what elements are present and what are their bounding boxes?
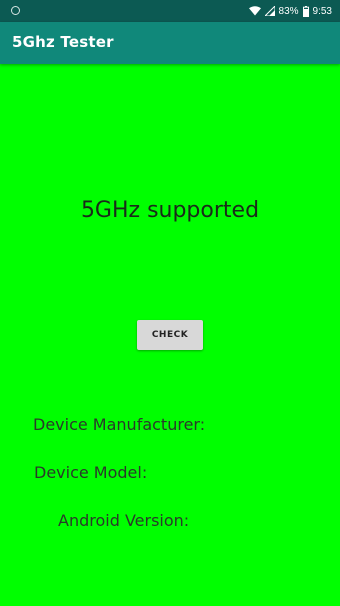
status-time: 9:53 — [312, 5, 332, 17]
support-result-text: 5GHz supported — [80, 198, 260, 223]
status-icons: 83% 9:53 — [248, 0, 332, 22]
app-bar: 5Ghz Tester — [0, 22, 340, 64]
notification-dot-icon — [11, 6, 20, 15]
check-button[interactable]: CHECK — [137, 320, 203, 350]
app-title: 5Ghz Tester — [12, 33, 114, 51]
cell-signal-icon — [264, 6, 275, 16]
wifi-icon — [248, 6, 261, 16]
device-model-label: Device Model: — [34, 463, 148, 482]
battery-percent: 83% — [278, 5, 299, 17]
device-manufacturer-label: Device Manufacturer: — [33, 415, 206, 434]
android-version-label: Android Version: — [58, 511, 190, 530]
status-bar: 83% 9:53 — [0, 0, 340, 22]
battery-icon — [302, 5, 309, 17]
